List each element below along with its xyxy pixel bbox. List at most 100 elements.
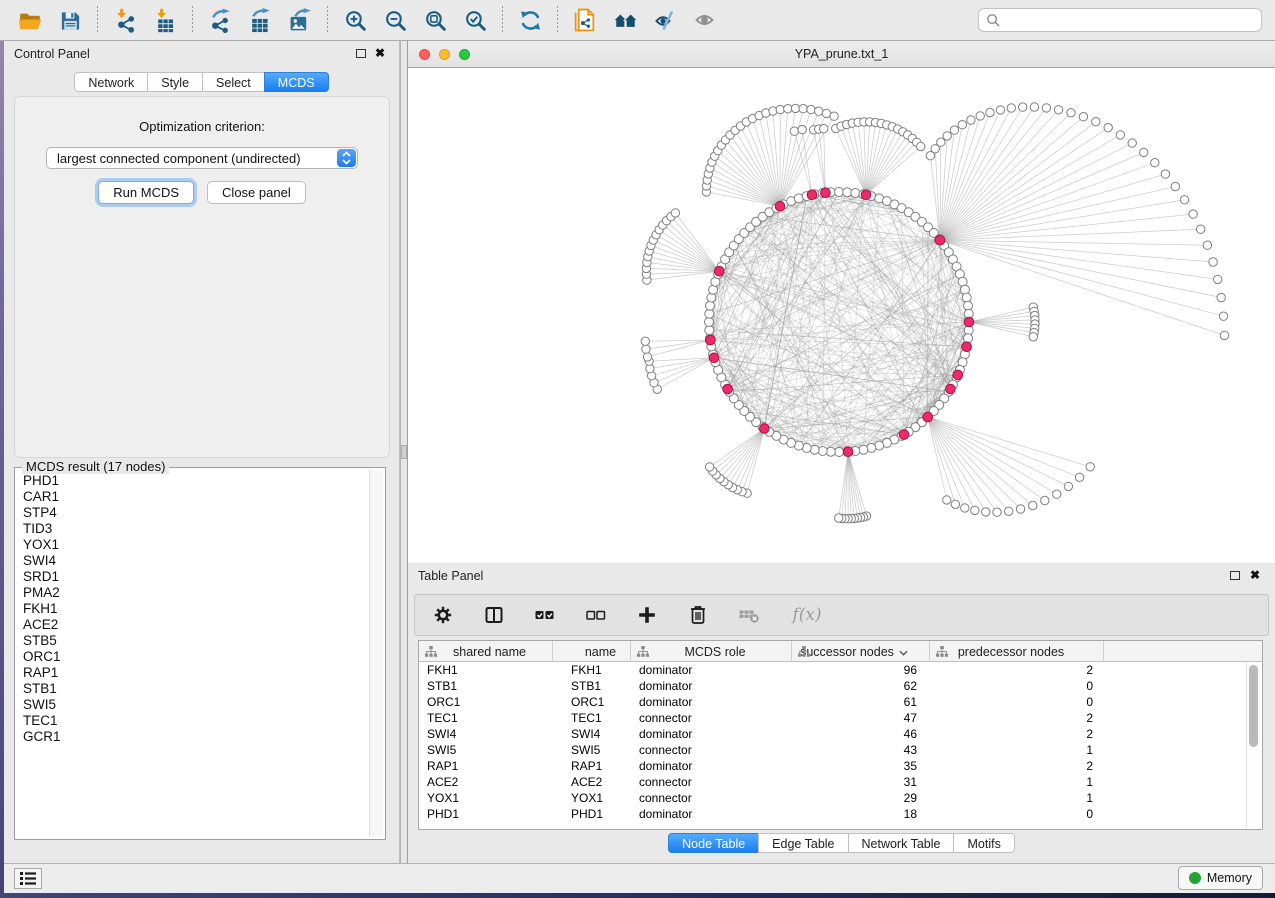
zoom-fit-button[interactable] — [417, 4, 453, 36]
cell-successor-nodes[interactable]: 43 — [792, 742, 930, 758]
table-row[interactable]: ORC1ORC1dominator610 — [419, 694, 1262, 710]
cell-name[interactable]: STB1 — [553, 678, 631, 694]
table-row[interactable]: TEC1TEC1connector472 — [419, 710, 1262, 726]
close-panel-icon[interactable]: ✖ — [373, 45, 387, 61]
cell-mcds-role[interactable]: dominator — [631, 726, 792, 742]
cell-name[interactable]: SWI5 — [553, 742, 631, 758]
cell-predecessor-nodes[interactable]: 2 — [930, 662, 1104, 678]
table-scrollbar[interactable] — [1246, 663, 1261, 828]
cell-predecessor-nodes[interactable]: 1 — [930, 774, 1104, 790]
mcds-result-item[interactable]: PMA2 — [19, 585, 366, 601]
panel-splitter[interactable] — [400, 41, 408, 863]
save-session-button[interactable] — [52, 4, 88, 36]
mcds-result-item[interactable]: RAP1 — [19, 665, 366, 681]
mcds-result-item[interactable]: ORC1 — [19, 649, 366, 665]
cell-predecessor-nodes[interactable]: 2 — [930, 710, 1104, 726]
cell-predecessor-nodes[interactable]: 0 — [930, 678, 1104, 694]
splitter-grip[interactable] — [401, 445, 407, 459]
tab-motifs[interactable]: Motifs — [953, 833, 1014, 853]
network-canvas[interactable] — [408, 68, 1275, 563]
cell-name[interactable]: PHD1 — [553, 806, 631, 822]
column-header-predecessor-nodes[interactable]: predecessor nodes — [930, 641, 1104, 662]
cell-mcds-role[interactable]: dominator — [631, 758, 792, 774]
mcds-result-item[interactable]: PHD1 — [19, 473, 366, 489]
cell-successor-nodes[interactable]: 96 — [792, 662, 930, 678]
select-all-button[interactable] — [533, 603, 557, 627]
status-log-button[interactable] — [14, 868, 42, 889]
cell-predecessor-nodes[interactable]: 2 — [930, 726, 1104, 742]
cell-shared-name[interactable]: ORC1 — [419, 694, 553, 710]
search-input[interactable] — [1006, 12, 1261, 28]
cell-name[interactable]: FKH1 — [553, 662, 631, 678]
create-column-button[interactable] — [635, 603, 659, 627]
table-mode-gear-button[interactable] — [431, 603, 455, 627]
mcds-result-item[interactable]: SWI4 — [19, 553, 366, 569]
cell-successor-nodes[interactable]: 18 — [792, 806, 930, 822]
new-network-from-selection-button[interactable] — [567, 4, 603, 36]
cell-mcds-role[interactable]: connector — [631, 790, 792, 806]
column-header-name[interactable]: name — [553, 641, 631, 662]
zoom-out-button[interactable] — [377, 4, 413, 36]
tab-network-table[interactable]: Network Table — [848, 833, 955, 853]
cell-shared-name[interactable]: SWI5 — [419, 742, 553, 758]
cell-name[interactable]: TEC1 — [553, 710, 631, 726]
cell-name[interactable]: ORC1 — [553, 694, 631, 710]
tab-node-table[interactable]: Node Table — [668, 833, 759, 853]
cell-shared-name[interactable]: PHD1 — [419, 806, 553, 822]
cell-name[interactable]: RAP1 — [553, 758, 631, 774]
cell-successor-nodes[interactable]: 47 — [792, 710, 930, 726]
deselect-all-button[interactable] — [584, 603, 608, 627]
cell-successor-nodes[interactable]: 46 — [792, 726, 930, 742]
cell-successor-nodes[interactable]: 31 — [792, 774, 930, 790]
cell-mcds-role[interactable]: dominator — [631, 694, 792, 710]
float-panel-button[interactable] — [356, 49, 366, 58]
memory-button[interactable]: Memory — [1178, 866, 1263, 890]
cell-successor-nodes[interactable]: 61 — [792, 694, 930, 710]
cell-shared-name[interactable]: TEC1 — [419, 710, 553, 726]
mcds-result-item[interactable]: STB5 — [19, 633, 366, 649]
table-row[interactable]: SWI5SWI5connector431 — [419, 742, 1262, 758]
import-network-button[interactable] — [107, 4, 143, 36]
tab-network[interactable]: Network — [74, 72, 148, 92]
table-row[interactable]: SWI4SWI4dominator462 — [419, 726, 1262, 742]
tab-style[interactable]: Style — [147, 72, 203, 92]
cell-successor-nodes[interactable]: 35 — [792, 758, 930, 774]
cell-mcds-role[interactable]: connector — [631, 742, 792, 758]
cell-name[interactable]: SWI4 — [553, 726, 631, 742]
show-columns-button[interactable] — [482, 603, 506, 627]
table-row[interactable]: YOX1YOX1connector291 — [419, 790, 1262, 806]
mcds-result-item[interactable]: SWI5 — [19, 697, 366, 713]
optimization-criterion-select[interactable]: largest connected component (undirected) — [46, 147, 358, 169]
cell-shared-name[interactable]: YOX1 — [419, 790, 553, 806]
cell-predecessor-nodes[interactable]: 2 — [930, 758, 1104, 774]
zoom-in-button[interactable] — [337, 4, 373, 36]
table-row[interactable]: PHD1PHD1dominator180 — [419, 806, 1262, 822]
cell-mcds-role[interactable]: dominator — [631, 806, 792, 822]
mcds-result-item[interactable]: ACE2 — [19, 617, 366, 633]
close-table-panel-icon[interactable]: ✖ — [1248, 567, 1262, 583]
open-file-button[interactable] — [12, 4, 48, 36]
cell-shared-name[interactable]: SWI4 — [419, 726, 553, 742]
table-row[interactable]: FKH1FKH1dominator962 — [419, 662, 1262, 678]
table-scrollbar-thumb[interactable] — [1249, 665, 1258, 747]
tab-mcds[interactable]: MCDS — [264, 72, 329, 92]
tab-select[interactable]: Select — [202, 72, 265, 92]
first-neighbors-button[interactable] — [607, 4, 643, 36]
mcds-result-item[interactable]: YOX1 — [19, 537, 366, 553]
mcds-result-item[interactable]: SRD1 — [19, 569, 366, 585]
delete-columns-button[interactable] — [686, 603, 710, 627]
cell-predecessor-nodes[interactable]: 0 — [930, 694, 1104, 710]
table-row[interactable]: RAP1RAP1dominator352 — [419, 758, 1262, 774]
tab-edge-table[interactable]: Edge Table — [758, 833, 848, 853]
mcds-result-item[interactable]: STB1 — [19, 681, 366, 697]
export-image-button[interactable] — [282, 4, 318, 36]
cell-shared-name[interactable]: STB1 — [419, 678, 553, 694]
import-table-button[interactable] — [147, 4, 183, 36]
cell-shared-name[interactable]: RAP1 — [419, 758, 553, 774]
cell-shared-name[interactable]: FKH1 — [419, 662, 553, 678]
delete-table-button[interactable] — [737, 603, 761, 627]
export-network-button[interactable] — [202, 4, 238, 36]
float-table-panel-button[interactable] — [1230, 571, 1240, 580]
function-builder-button[interactable]: f(x) — [788, 603, 826, 627]
zoom-selected-button[interactable] — [457, 4, 493, 36]
